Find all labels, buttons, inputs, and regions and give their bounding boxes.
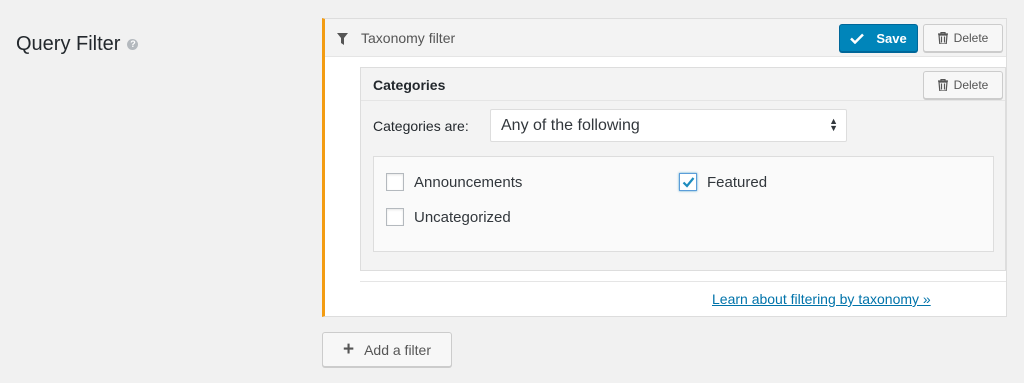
- match-mode-select[interactable]: Any of the following ▲ ▼: [490, 109, 847, 142]
- trash-icon: [937, 32, 948, 44]
- divider: [360, 281, 1006, 282]
- delete-label: Delete: [953, 78, 989, 92]
- checkbox-label: Uncategorized: [414, 208, 511, 226]
- delete-filter-button[interactable]: Delete: [923, 24, 1003, 52]
- categories-title: Categories: [373, 77, 446, 93]
- checkmark-icon: [850, 33, 865, 44]
- checkbox-announcements[interactable]: Announcements: [386, 173, 522, 191]
- delete-label: Delete: [953, 31, 989, 45]
- delete-categories-button[interactable]: Delete: [923, 71, 1003, 99]
- filter-icon: [337, 33, 348, 45]
- select-arrows-icon: ▲ ▼: [829, 116, 838, 133]
- categories-header: Categories Delete: [361, 68, 1005, 101]
- checkbox[interactable]: [386, 208, 404, 226]
- checkbox-uncategorized[interactable]: Uncategorized: [386, 208, 511, 226]
- checkbox-label: Featured: [707, 173, 768, 191]
- add-filter-label: Add a filter: [364, 341, 432, 358]
- checkbox-featured[interactable]: Featured: [679, 173, 767, 191]
- add-filter-button[interactable]: + Add a filter: [322, 332, 452, 367]
- help-icon[interactable]: ?: [127, 39, 139, 50]
- categories-section: Categories Delete Categories are: Any of…: [360, 67, 1006, 271]
- save-label: Save: [876, 30, 907, 46]
- trash-icon: [937, 79, 948, 91]
- checkmark-icon: [682, 177, 695, 188]
- field-label-text: Query Filter: [16, 33, 121, 55]
- save-button[interactable]: Save: [839, 24, 918, 52]
- taxonomy-filter-panel: Taxonomy filter Save Delete Categories D…: [322, 18, 1007, 317]
- filter-title: Taxonomy filter: [361, 30, 456, 46]
- plus-icon: +: [342, 339, 355, 360]
- filter-header: Taxonomy filter Save Delete: [325, 19, 1006, 57]
- categories-are-label: Categories are:: [373, 118, 469, 134]
- category-checkbox-list: Announcements Featured Uncategorized: [373, 156, 994, 252]
- checkbox[interactable]: [386, 173, 404, 191]
- learn-taxonomy-link[interactable]: Learn about filtering by taxonomy »: [712, 291, 931, 307]
- select-value: Any of the following: [501, 116, 640, 134]
- checkbox-label: Announcements: [414, 173, 523, 191]
- checkbox-checked[interactable]: [679, 173, 697, 191]
- field-label: Query Filter ?: [16, 33, 139, 56]
